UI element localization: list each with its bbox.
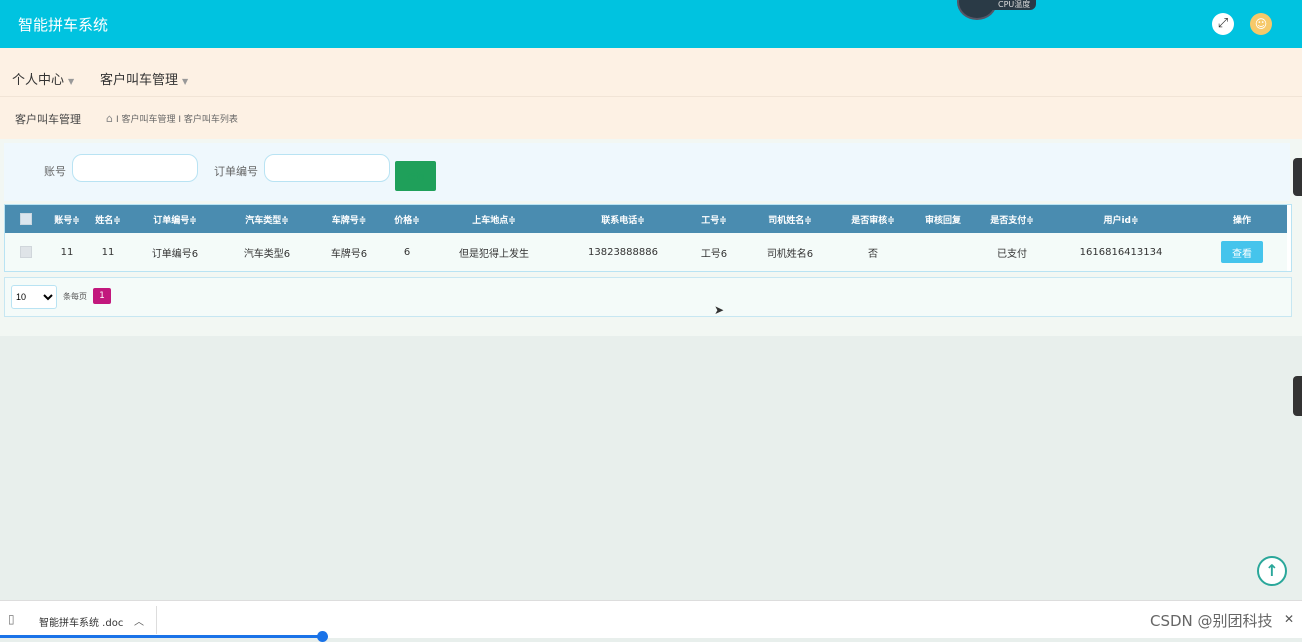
page-number-button[interactable]: 1 [93,288,111,304]
column-header[interactable]: 工号≑ [687,205,741,233]
avatar-icon[interactable]: ☺ [1250,13,1272,35]
cell-review-reply [907,233,979,271]
cell-job-number: 工号6 [700,248,728,260]
close-icon[interactable]: ✕ [1284,612,1294,626]
column-header[interactable]: 用户id≑ [1045,205,1197,233]
chevron-up-icon[interactable]: ︿ [134,613,144,628]
column-header[interactable]: 司机姓名≑ [741,205,839,233]
table-header-row: 账号≑ 姓名≑ 订单编号≑ 汽车类型≑ 车牌号≑ 价格≑ 上车地点≑ 联系电话≑… [5,205,1287,233]
view-button[interactable]: 查看 [1221,241,1263,263]
per-page-label: 条每页 [63,292,87,301]
menu-item-label: 客户叫车管理 [100,73,179,88]
menu-item-personal-center[interactable]: 个人中心 ▼ [12,69,74,88]
column-header: 操作 [1232,215,1251,226]
table-row: 11 11 订单编号6 汽车类型6 车牌号6 6 但是犯得上发生 1382388… [5,233,1287,271]
document-icon: ▯ [8,612,15,626]
order-number-label: 订单编号 [214,165,258,178]
app-title: 智能拼车系统 [18,16,109,34]
divider [156,606,157,634]
main-content: 账号 订单编号 查询 账号≑ 姓名≑ 订单编号≑ 汽车类型≑ 车牌号≑ 价格≑ … [0,139,1302,336]
column-header[interactable]: 姓名≑ [87,205,129,233]
order-number-input[interactable] [264,154,390,182]
menu-item-label: 个人中心 [12,73,65,88]
column-header[interactable]: 是否审核≑ [839,205,907,233]
column-header[interactable]: 价格≑ [385,205,429,233]
mouse-cursor-icon: ➤ [714,303,725,317]
orders-table: 账号≑ 姓名≑ 订单编号≑ 汽车类型≑ 车牌号≑ 价格≑ 上车地点≑ 联系电话≑… [4,204,1292,272]
column-header: 审核回复 [924,215,961,226]
cell-user-id: 1616816413134 [1079,246,1163,258]
select-all-checkbox[interactable] [5,205,47,233]
home-icon[interactable]: ⌂ [106,112,113,125]
breadcrumb-bar: 客户叫车管理 ⌂ I 客户叫车管理 I 客户叫车列表 [0,97,1302,139]
menu-item-customer-ride-management[interactable]: 客户叫车管理 ▼ [100,69,188,88]
cell-order-number: 订单编号6 [151,248,199,260]
side-widget-tab[interactable] [1293,158,1302,196]
breadcrumb-path[interactable]: I 客户叫车管理 I 客户叫车列表 [116,115,238,125]
caret-down-icon: ▼ [182,77,189,86]
back-to-top-icon[interactable]: ↑ [1257,556,1287,586]
cell-pickup-location: 但是犯得上发生 [459,248,529,260]
column-header[interactable]: 上车地点≑ [429,205,559,233]
cell-action: 查看 [1197,233,1287,271]
cell-paid: 已支付 [997,248,1027,260]
column-header[interactable]: 订单编号≑ [129,205,221,233]
cell-price: 6 [403,246,411,258]
side-widget-tab[interactable] [1293,376,1302,416]
download-file-name[interactable]: 智能拼车系统 .doc [39,614,123,629]
column-header[interactable]: 账号≑ [47,205,87,233]
cpu-temperature-widget[interactable] [957,0,997,20]
top-header: 智能拼车系统 CPU温度 ⤢ ☺ [0,0,1302,48]
fullscreen-icon[interactable]: ⤢ [1212,13,1234,35]
page-title: 客户叫车管理 [15,113,81,126]
account-label: 账号 [44,165,66,178]
watermark: CSDN @别团科技 [1150,612,1273,630]
row-checkbox[interactable] [5,233,47,271]
page-size-select[interactable]: 10 [11,285,57,309]
column-header[interactable]: 车牌号≑ [313,205,385,233]
search-bar: 账号 订单编号 查询 [4,143,1290,201]
cell-driver-name: 司机姓名6 [766,248,814,260]
cell-account: 11 [60,246,74,258]
cell-phone: 13823888886 [588,246,658,258]
pagination: 10 条每页 1 [4,277,1292,317]
caret-down-icon: ▼ [68,77,75,86]
account-input[interactable] [72,154,198,182]
cell-reviewed: 否 [868,248,878,260]
download-bar: ▯ 智能拼车系统 .doc ︿ CSDN @别团科技 ✕ [0,600,1302,642]
cell-plate: 车牌号6 [330,248,368,260]
cpu-temperature-label: CPU温度 [992,0,1037,10]
top-menu: 个人中心 ▼ 客户叫车管理 ▼ [0,48,1302,97]
cell-name: 11 [101,246,115,258]
breadcrumb: ⌂ I 客户叫车管理 I 客户叫车列表 [106,112,238,125]
query-button[interactable]: 查询 [395,161,436,191]
column-header[interactable]: 联系电话≑ [559,205,687,233]
column-header[interactable]: 汽车类型≑ [221,205,313,233]
column-header[interactable]: 是否支付≑ [979,205,1045,233]
cell-car-type: 汽车类型6 [243,248,291,260]
